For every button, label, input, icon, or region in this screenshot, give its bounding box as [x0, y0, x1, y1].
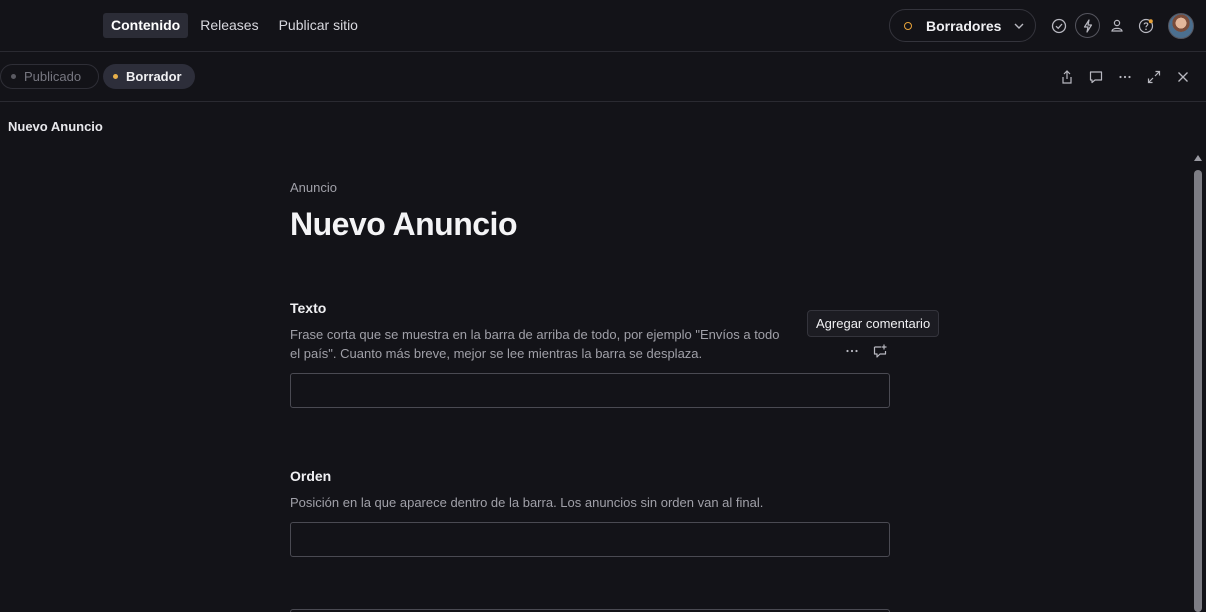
texto-input[interactable] — [290, 373, 890, 408]
field-texto: Texto Frase corta que se muestra en la b… — [290, 300, 890, 408]
nav-item-contenido[interactable]: Contenido — [103, 13, 189, 38]
lightning-icon[interactable] — [1075, 13, 1100, 38]
document-header: Anuncio Nuevo Anuncio — [290, 180, 890, 243]
orden-input[interactable] — [290, 522, 890, 557]
close-icon[interactable] — [1172, 66, 1194, 88]
field-description-texto: Frase corta que se muestra en la barra d… — [290, 327, 780, 361]
scroll-up-arrow[interactable] — [1194, 155, 1202, 161]
global-tools: Borradores — [889, 9, 1194, 42]
main-nav: Contenido Releases Publicar sitio — [103, 13, 366, 38]
comment-icon[interactable] — [1085, 66, 1107, 88]
draft-status-dot — [904, 21, 912, 30]
document-title: Nuevo Anuncio — [290, 206, 517, 242]
add-comment-tooltip: Agregar comentario — [807, 310, 940, 337]
nav-item-releases[interactable]: Releases — [192, 13, 266, 38]
draft-version-chip[interactable]: Borrador — [103, 64, 195, 89]
perspective-selector[interactable]: Borradores — [889, 9, 1036, 42]
document-type: Anuncio — [290, 180, 337, 195]
field-label-texto: Texto — [290, 300, 327, 316]
published-status-dot — [11, 74, 16, 79]
pane-title: Nuevo Anuncio — [8, 119, 103, 134]
chevron-down-icon — [1013, 20, 1025, 32]
perspective-label: Borradores — [926, 17, 1002, 34]
draft-chip-label: Borrador — [126, 69, 182, 84]
nav-item-publicar-sitio[interactable]: Publicar sitio — [271, 13, 366, 38]
scrollbar[interactable] — [1192, 152, 1204, 612]
share-icon[interactable] — [1056, 66, 1078, 88]
field-orden: Orden Posición en la que aparece dentro … — [290, 468, 890, 557]
published-chip-label: Publicado — [24, 69, 82, 84]
help-icon[interactable] — [1133, 13, 1158, 38]
draft-status-dot — [113, 74, 118, 79]
document-toolbar: Publicado Borrador — [0, 52, 1206, 102]
published-version-chip[interactable]: Publicado — [0, 64, 99, 89]
more-icon[interactable] — [1114, 66, 1136, 88]
scrollbar-thumb[interactable] — [1194, 170, 1202, 612]
field-description-orden: Posición en la que aparece dentro de la … — [290, 495, 764, 510]
field-more-icon[interactable] — [843, 342, 861, 360]
field-actions-texto — [843, 342, 889, 360]
expand-icon[interactable] — [1143, 66, 1165, 88]
people-icon[interactable] — [1104, 13, 1129, 38]
field-label-orden: Orden — [290, 468, 332, 484]
top-navbar: Contenido Releases Publicar sitio Borrad… — [0, 0, 1206, 52]
add-comment-icon[interactable] — [871, 342, 889, 360]
check-circle-icon[interactable] — [1046, 13, 1071, 38]
avatar[interactable] — [1168, 12, 1194, 39]
document-actions — [1056, 66, 1194, 88]
